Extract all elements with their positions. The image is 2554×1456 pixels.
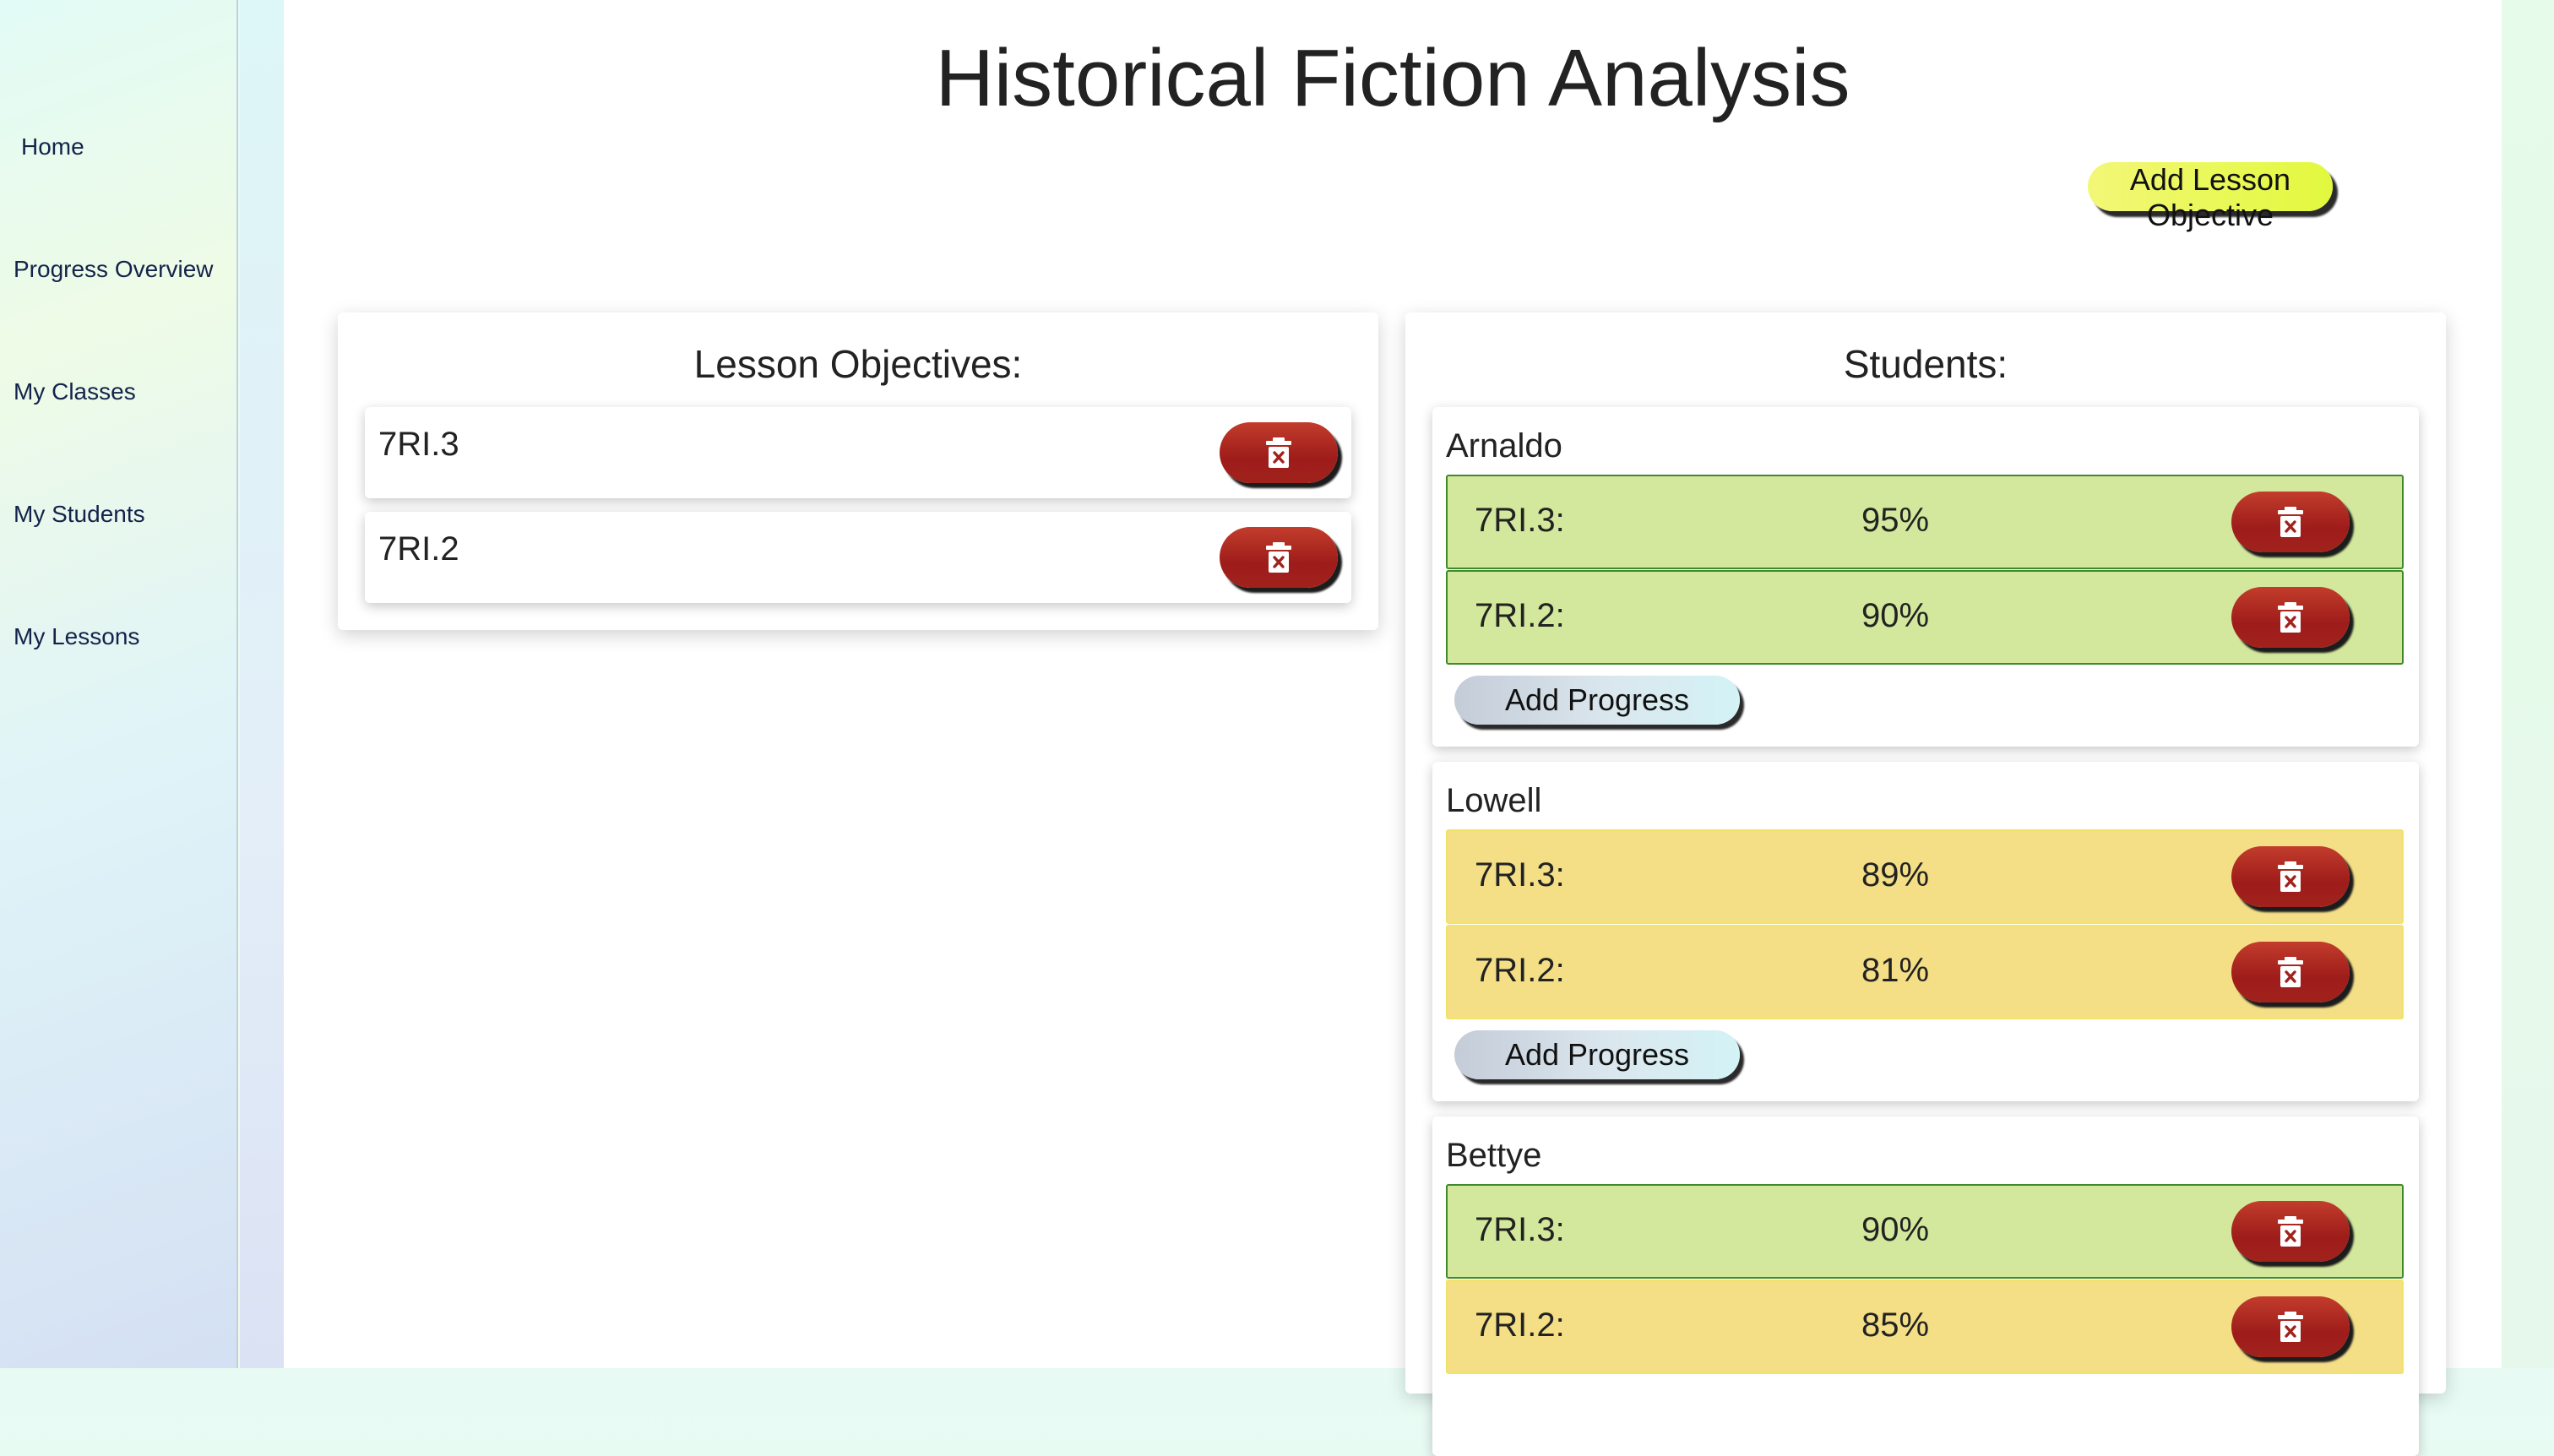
- progress-percent: 95%: [1861, 502, 1930, 539]
- sidebar-item-my-classes[interactable]: My Classes: [14, 378, 136, 405]
- delete-progress-button[interactable]: [2231, 587, 2350, 648]
- progress-row: 7RI.2: 90%: [1446, 570, 2404, 665]
- progress-row: 7RI.2: 85%: [1446, 1279, 2404, 1374]
- delete-progress-button[interactable]: [2231, 1296, 2350, 1357]
- main-content: Historical Fiction Analysis Add Lesson O…: [284, 0, 2502, 1456]
- progress-percent: 89%: [1861, 856, 1930, 894]
- objective-code: 7RI.3: [378, 426, 459, 463]
- students-title: Students:: [1843, 342, 2008, 386]
- right-margin-strip: [2502, 0, 2554, 1368]
- delete-progress-button[interactable]: [2231, 846, 2350, 907]
- trash-icon: [2278, 1312, 2303, 1342]
- progress-row: 7RI.3: 89%: [1446, 829, 2404, 924]
- progress-objective-code: 7RI.2:: [1475, 1307, 1565, 1344]
- progress-objective-code: 7RI.3:: [1475, 856, 1565, 894]
- trash-icon: [2278, 957, 2303, 987]
- sidebar-item-my-lessons[interactable]: My Lessons: [14, 623, 139, 650]
- progress-percent: 81%: [1861, 952, 1930, 989]
- student-name: Bettye: [1446, 1137, 1542, 1174]
- progress-objective-code: 7RI.2:: [1475, 597, 1565, 634]
- sidebar-item-progress-overview[interactable]: Progress Overview: [14, 256, 214, 283]
- progress-percent: 90%: [1861, 1211, 1930, 1248]
- delete-objective-button[interactable]: [1220, 527, 1338, 588]
- add-progress-button[interactable]: Add Progress: [1454, 1030, 1740, 1079]
- add-lesson-objective-button[interactable]: Add Lesson Objective: [2088, 162, 2333, 232]
- delete-progress-button[interactable]: [2231, 1201, 2350, 1262]
- objective-card: 7RI.2: [365, 512, 1351, 603]
- lesson-objectives-title: Lesson Objectives:: [693, 342, 1023, 386]
- sidebar-item-my-students[interactable]: My Students: [14, 501, 145, 528]
- delete-objective-button[interactable]: [1220, 422, 1338, 483]
- trash-icon: [1266, 542, 1291, 573]
- progress-objective-code: 7RI.2:: [1475, 952, 1565, 989]
- student-card: Bettye 7RI.3: 90% 7RI.2: 85%: [1432, 1116, 2419, 1456]
- student-card: Lowell 7RI.3: 89% 7RI.2: 81% Add Progres…: [1432, 762, 2419, 1101]
- add-progress-button[interactable]: Add Progress: [1454, 676, 1740, 725]
- trash-icon: [2278, 861, 2303, 892]
- page-title: Historical Fiction Analysis: [935, 33, 1850, 123]
- trash-icon: [2278, 1216, 2303, 1247]
- student-name: Arnaldo: [1446, 427, 1562, 465]
- content-gutter: [240, 0, 284, 1368]
- trash-icon: [2278, 602, 2303, 633]
- objective-code: 7RI.2: [378, 530, 459, 568]
- progress-percent: 85%: [1861, 1307, 1930, 1344]
- progress-objective-code: 7RI.3:: [1475, 1211, 1565, 1248]
- progress-objective-code: 7RI.3:: [1475, 502, 1565, 539]
- trash-icon: [1266, 437, 1291, 468]
- delete-progress-button[interactable]: [2231, 942, 2350, 1002]
- progress-row: 7RI.3: 90%: [1446, 1184, 2404, 1279]
- students-panel: Students: Arnaldo 7RI.3: 95% 7RI.2: 90% …: [1405, 312, 2446, 1456]
- student-name: Lowell: [1446, 782, 1542, 819]
- student-card: Arnaldo 7RI.3: 95% 7RI.2: 90% Add Progre…: [1432, 407, 2419, 747]
- objective-card: 7RI.3: [365, 407, 1351, 498]
- trash-icon: [2278, 507, 2303, 537]
- sidebar: Home Progress Overview My Classes My Stu…: [0, 0, 238, 1368]
- progress-row: 7RI.3: 95%: [1446, 475, 2404, 569]
- lesson-objectives-panel: Lesson Objectives: 7RI.3 7RI.2: [338, 312, 1378, 630]
- progress-percent: 90%: [1861, 597, 1930, 634]
- delete-progress-button[interactable]: [2231, 492, 2350, 552]
- sidebar-item-home[interactable]: Home: [21, 133, 84, 160]
- progress-row: 7RI.2: 81%: [1446, 925, 2404, 1019]
